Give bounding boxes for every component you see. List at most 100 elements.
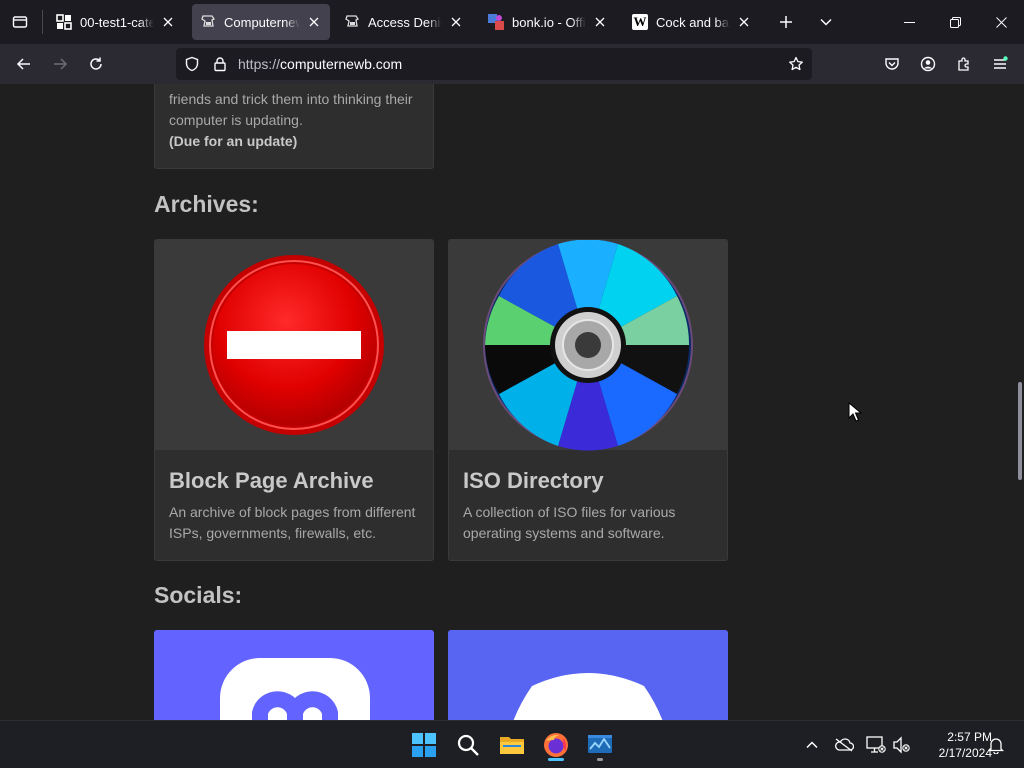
tab-strip: 00-test1-category Computernewb Wiki Acce… xyxy=(0,0,1024,44)
url-host: computernewb.com xyxy=(280,56,403,72)
tab-separator xyxy=(42,10,43,34)
network-disconnected-icon xyxy=(866,736,886,753)
cd-disc-icon xyxy=(483,240,693,451)
lock-icon[interactable] xyxy=(212,56,228,77)
active-app-indicator xyxy=(548,758,564,761)
close-tab-icon[interactable] xyxy=(160,14,176,30)
tab-title: Access Denied xyxy=(368,14,442,30)
clock-time: 2:57 PM xyxy=(947,730,992,744)
file-explorer-icon xyxy=(500,737,524,754)
card-title: ISO Directory xyxy=(463,468,604,493)
network-monitor-icon xyxy=(588,735,612,753)
onedrive-tray-button[interactable] xyxy=(834,735,854,755)
tab-wikipedia[interactable]: W Cock and ball torture xyxy=(624,4,760,40)
mastodon-logo-icon xyxy=(220,658,370,720)
network-tray-button[interactable] xyxy=(866,735,886,755)
restore-button[interactable] xyxy=(932,0,978,44)
no-entry-icon xyxy=(204,255,384,435)
computernewb-logo-icon xyxy=(345,15,359,27)
close-tab-icon[interactable] xyxy=(736,14,752,30)
arrow-right-icon xyxy=(54,58,68,70)
card-iso-directory[interactable]: ISO Directory A collection of ISO files … xyxy=(448,239,728,561)
start-button[interactable] xyxy=(408,729,440,761)
reload-icon xyxy=(90,57,102,70)
system-clock[interactable]: 2:57 PM 2/17/2024 xyxy=(914,729,992,761)
card-discord[interactable] xyxy=(448,630,728,720)
url-text[interactable]: https://computernewb.com xyxy=(238,56,402,72)
card-image xyxy=(448,630,728,720)
tab-bonk-io[interactable]: bonk.io - Official Site xyxy=(480,4,616,40)
close-tab-icon[interactable] xyxy=(448,14,464,30)
card-description: A collection of ISO files for various op… xyxy=(463,504,676,541)
card-previous[interactable]: friends and trick them into thinking the… xyxy=(154,84,434,169)
minimize-icon xyxy=(903,21,915,23)
discord-logo-icon xyxy=(513,673,663,720)
windows-start-icon xyxy=(412,733,436,757)
running-app-indicator xyxy=(597,758,603,761)
tab-access-denied[interactable]: Access Denied xyxy=(336,4,472,40)
file-explorer-button[interactable] xyxy=(496,729,528,761)
back-button[interactable] xyxy=(8,48,40,80)
page-content: friends and trick them into thinking the… xyxy=(0,84,1024,720)
firefox-view-icon xyxy=(12,16,28,28)
account-button[interactable] xyxy=(912,48,944,80)
socials-heading: Socials: xyxy=(154,582,243,608)
card-note: (Due for an update) xyxy=(169,133,298,149)
card-image xyxy=(154,630,434,720)
list-all-tabs-button[interactable] xyxy=(810,6,842,38)
card-title: Block Page Archive xyxy=(169,468,374,493)
tab-title: bonk.io - Official Site xyxy=(512,14,586,30)
wikipedia-logo-icon: W xyxy=(632,14,648,30)
grid-logo-icon xyxy=(56,14,72,30)
arrow-left-icon xyxy=(16,58,30,70)
network-monitor-button[interactable] xyxy=(584,729,616,761)
notifications-button[interactable] xyxy=(986,735,1006,755)
account-icon xyxy=(920,56,936,72)
card-description: An archive of block pages from different… xyxy=(169,504,416,541)
page-scrollbar[interactable] xyxy=(1018,382,1022,480)
firefox-view-button[interactable] xyxy=(0,0,40,44)
app-menu-button[interactable] xyxy=(984,48,1016,80)
extensions-button[interactable] xyxy=(948,48,980,80)
close-icon xyxy=(995,16,1007,28)
close-window-button[interactable] xyxy=(978,0,1024,44)
url-bar[interactable]: https://computernewb.com xyxy=(176,48,812,80)
new-tab-button[interactable] xyxy=(770,6,802,38)
card-block-page-archive[interactable]: Block Page Archive An archive of block p… xyxy=(154,239,434,561)
firefox-icon xyxy=(544,733,568,757)
minimize-button[interactable] xyxy=(886,0,932,44)
card-description: friends and trick them into thinking the… xyxy=(169,91,413,149)
chevron-up-icon xyxy=(806,741,818,749)
forward-button[interactable] xyxy=(44,48,76,80)
puzzle-icon xyxy=(958,57,969,71)
reload-button[interactable] xyxy=(80,48,112,80)
chevron-down-icon xyxy=(820,18,832,26)
tab-computernewb-wiki[interactable]: Computernewb Wiki xyxy=(192,4,330,40)
volume-tray-button[interactable] xyxy=(892,735,912,755)
bonk-logo-icon xyxy=(488,14,504,30)
firefox-button[interactable] xyxy=(540,729,572,761)
tracking-protection-shield-icon[interactable] xyxy=(184,56,200,77)
search-button[interactable] xyxy=(452,729,484,761)
hamburger-menu-icon xyxy=(994,56,1008,69)
navigation-toolbar: https://computernewb.com xyxy=(0,44,1024,84)
tab-title: Cock and ball torture xyxy=(656,14,730,30)
show-hidden-icons-button[interactable] xyxy=(802,735,822,755)
close-tab-icon[interactable] xyxy=(592,14,608,30)
computernewb-logo-icon xyxy=(201,15,215,27)
close-tab-icon[interactable] xyxy=(306,14,322,30)
tab-00-test1[interactable]: 00-test1-category xyxy=(48,4,184,40)
card-image xyxy=(155,240,433,450)
bookmark-star-icon[interactable] xyxy=(788,56,804,77)
search-icon xyxy=(457,734,479,756)
pocket-button[interactable] xyxy=(876,48,908,80)
url-scheme: https:// xyxy=(238,56,281,72)
archives-heading: Archives: xyxy=(154,191,259,217)
clock-date: 2/17/2024 xyxy=(938,746,992,760)
restore-icon xyxy=(949,16,961,28)
card-mastodon[interactable] xyxy=(154,630,434,720)
tab-title: Computernewb Wiki xyxy=(224,14,300,30)
bell-icon xyxy=(988,738,1004,754)
tab-title: 00-test1-category xyxy=(80,14,154,30)
plus-icon xyxy=(780,16,792,28)
